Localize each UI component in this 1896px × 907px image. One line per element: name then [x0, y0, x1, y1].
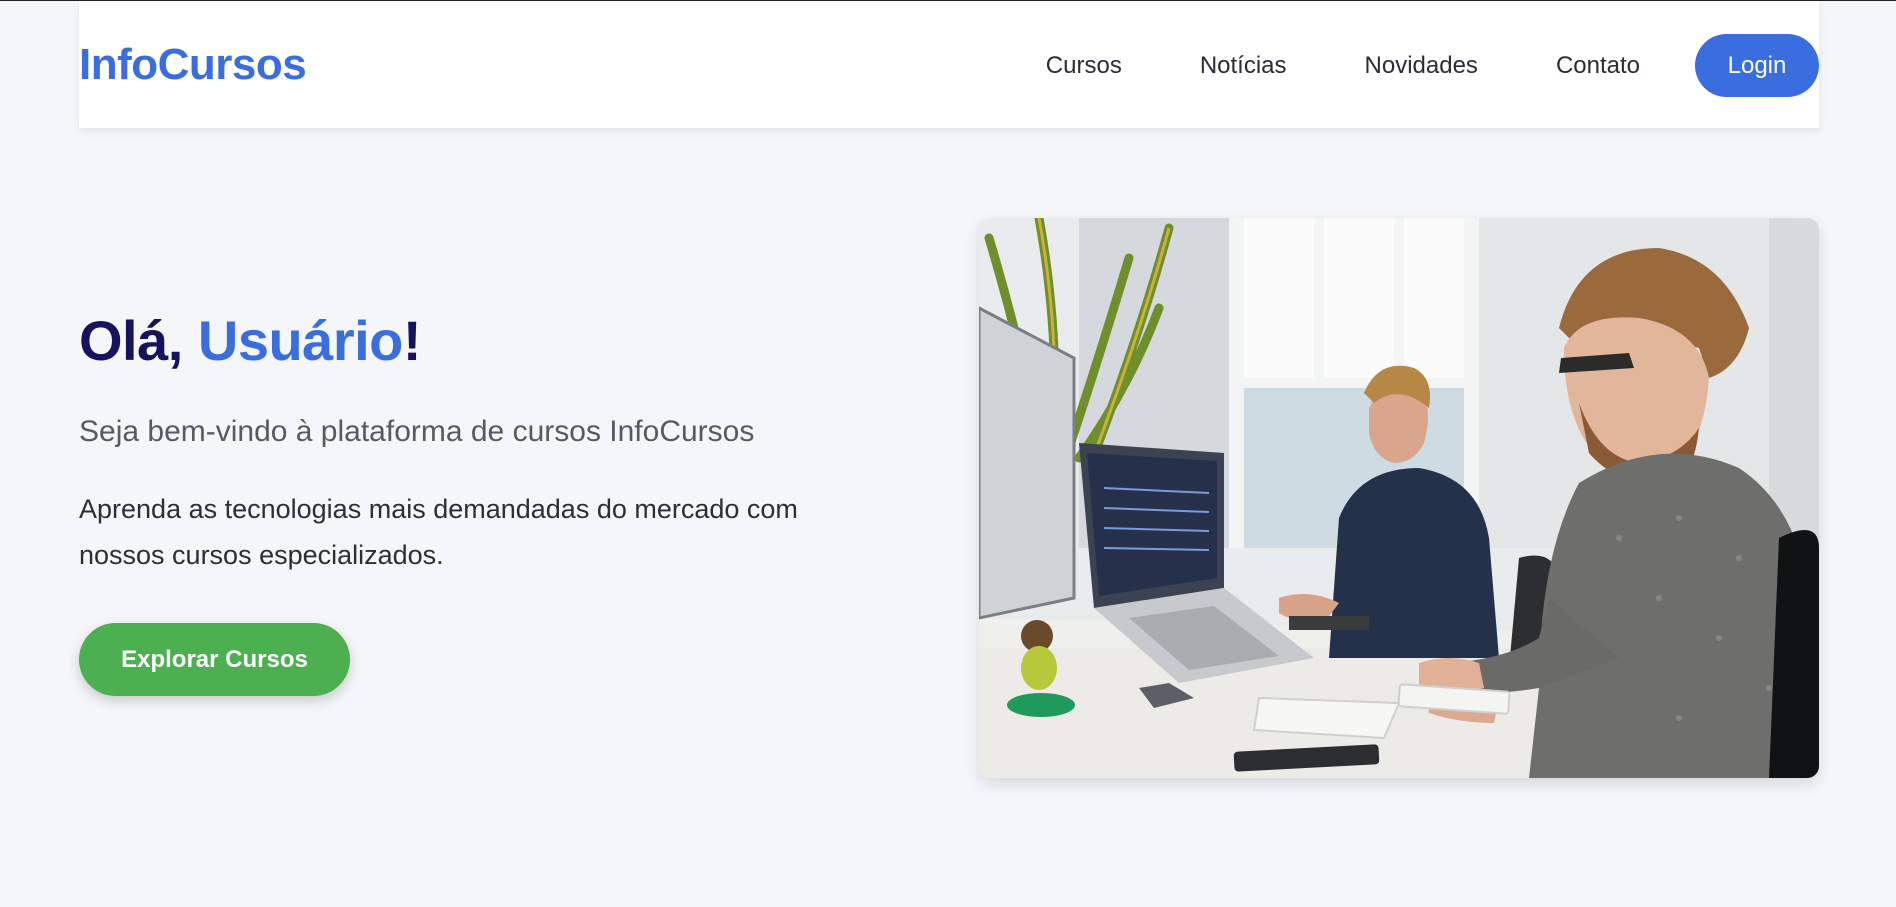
explore-courses-button[interactable]: Explorar Cursos: [79, 623, 350, 696]
navbar: InfoCursos Cursos Notícias Novidades Con…: [79, 1, 1819, 128]
office-workers-photo-icon: [979, 218, 1819, 778]
login-button[interactable]: Login: [1695, 34, 1819, 97]
hero-greeting: Olá,: [79, 309, 198, 372]
nav-link-novidades[interactable]: Novidades: [1365, 52, 1478, 80]
nav-links: Cursos Notícias Novidades Contato Login: [1046, 34, 1819, 97]
hero-title: Olá, Usuário!: [79, 306, 422, 376]
hero-username: Usuário: [197, 309, 404, 372]
hero-image: [979, 218, 1819, 778]
nav-link-cursos[interactable]: Cursos: [1046, 52, 1122, 80]
logo[interactable]: InfoCursos: [79, 39, 307, 91]
hero-description: Aprenda as tecnologias mais demandadas d…: [79, 494, 798, 570]
nav-link-contato[interactable]: Contato: [1556, 52, 1640, 80]
hero-exclaim: !: [402, 309, 422, 372]
nav-link-noticias[interactable]: Notícias: [1200, 52, 1287, 80]
hero-subtitle: Seja bem-vindo à plataforma de cursos In…: [79, 415, 755, 448]
